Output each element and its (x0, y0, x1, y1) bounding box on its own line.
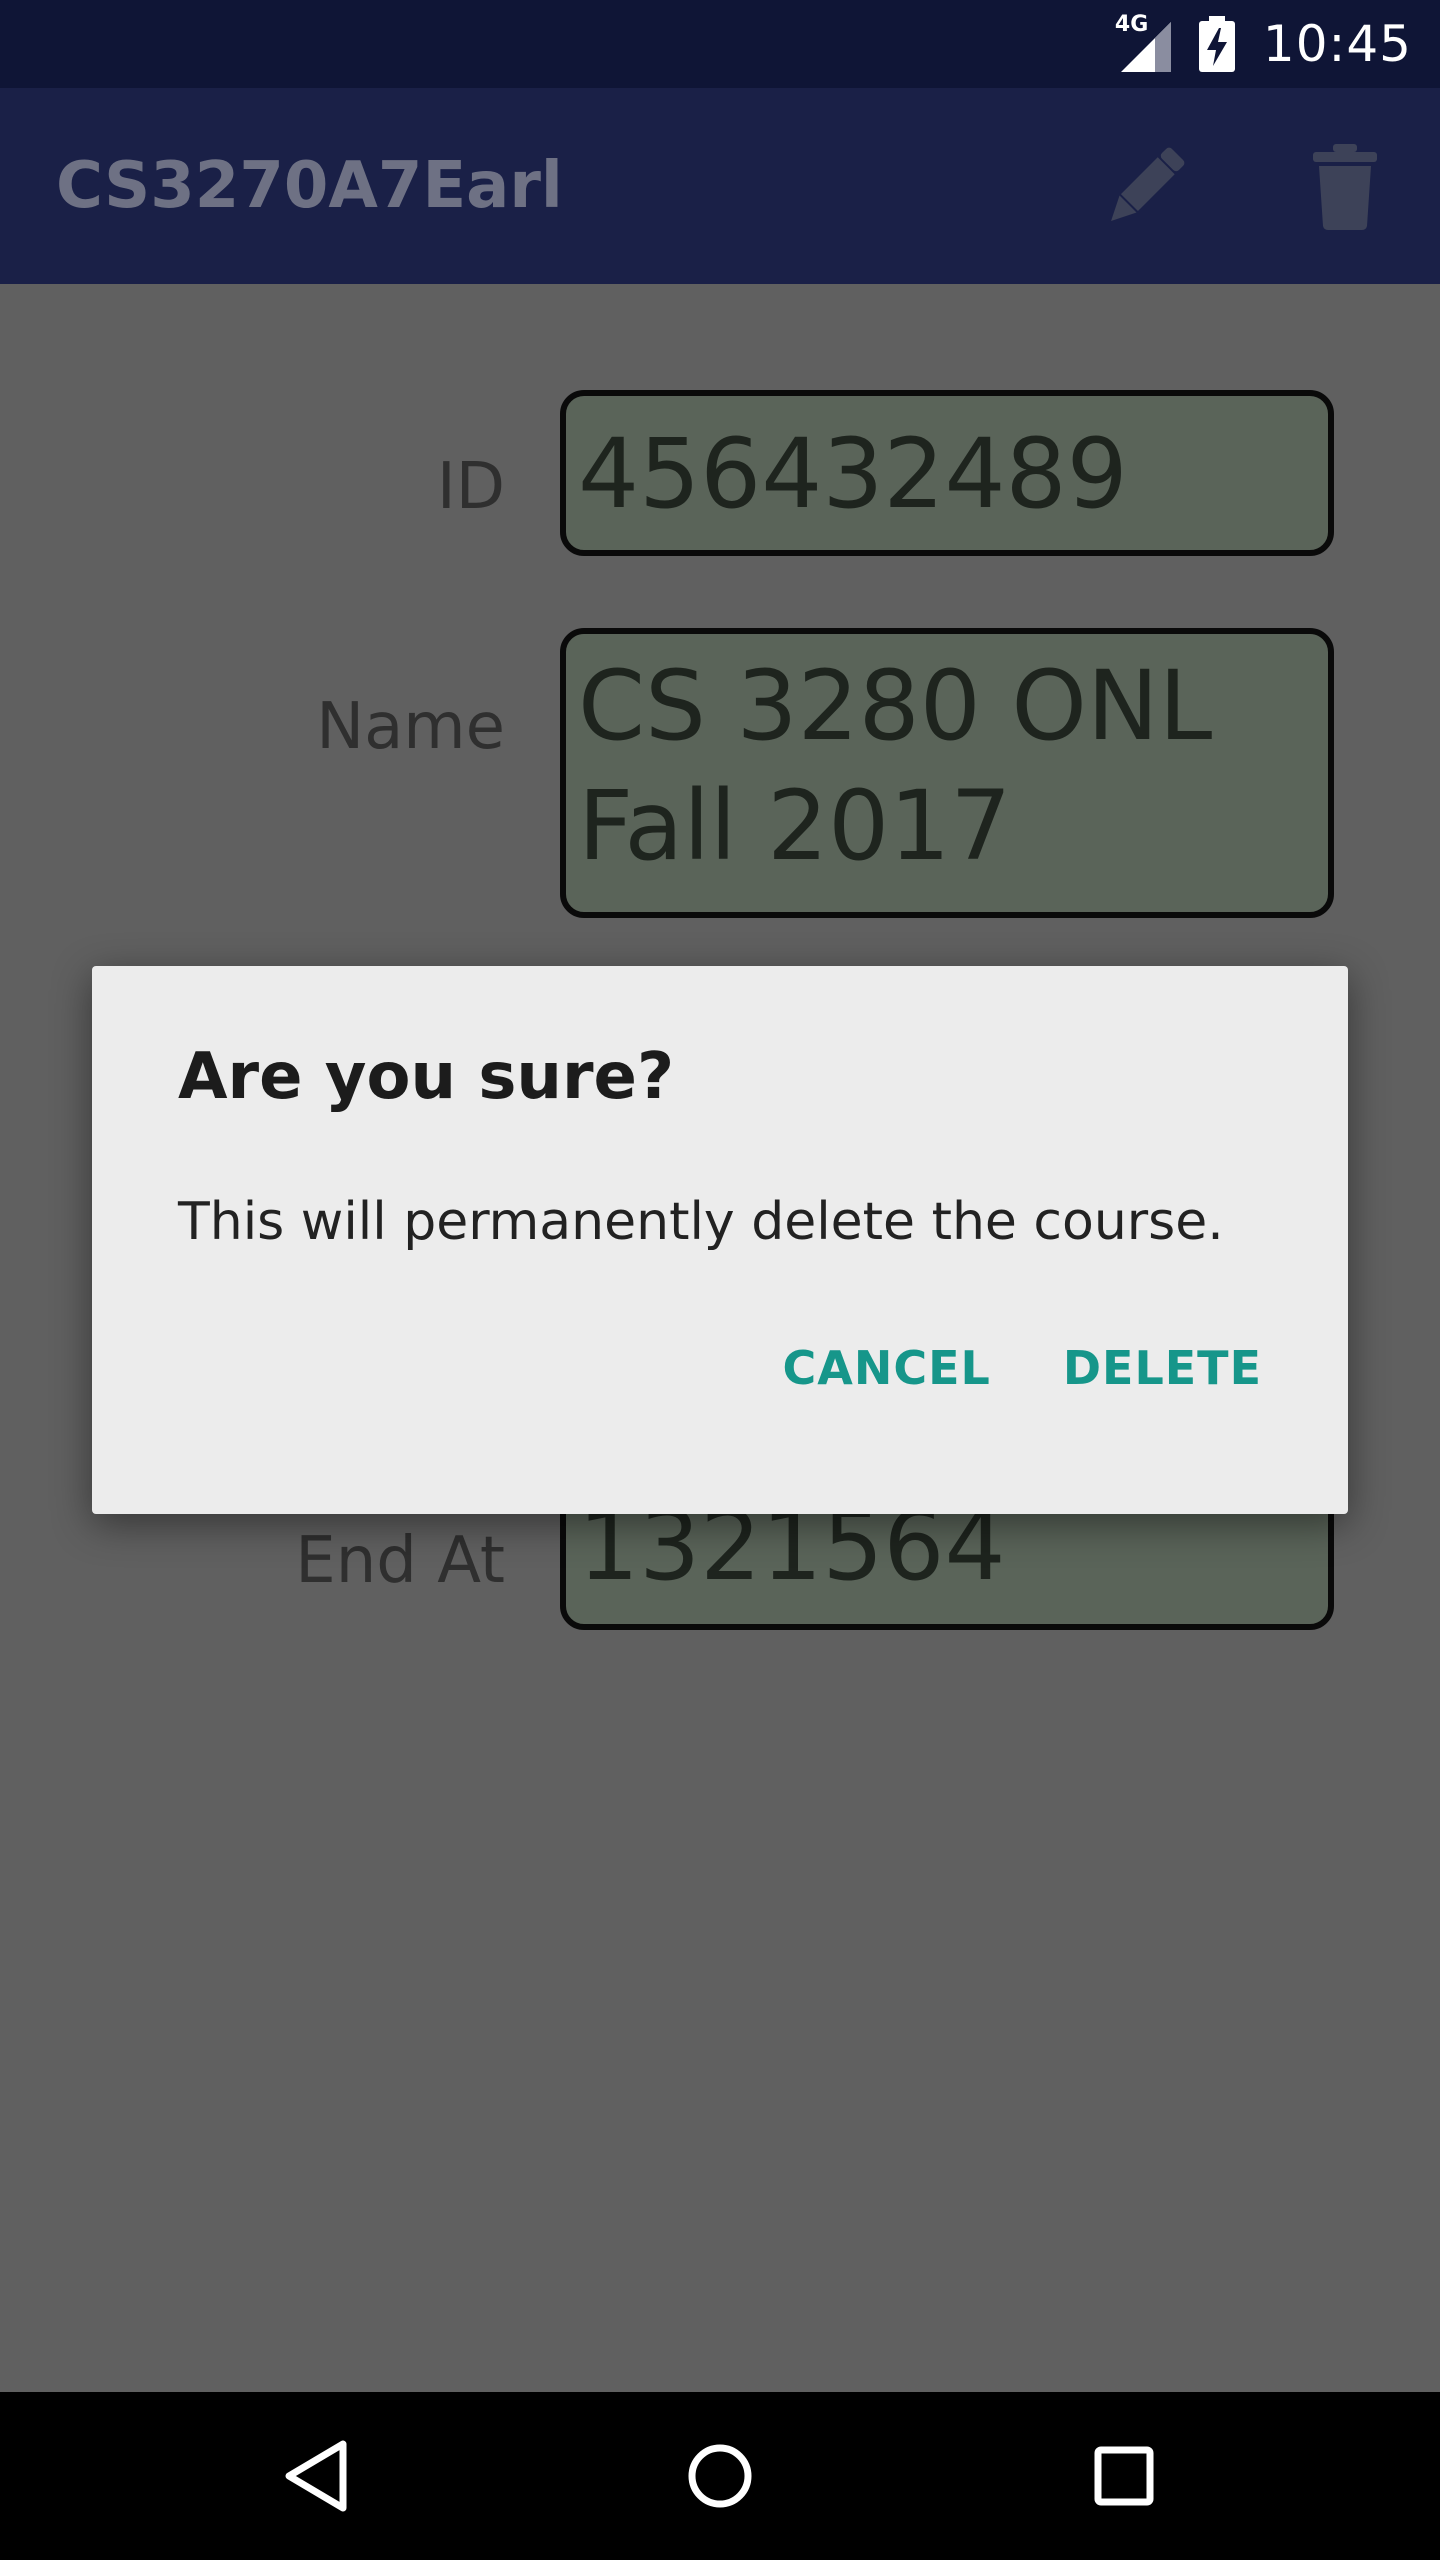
recents-button[interactable] (1074, 2426, 1174, 2526)
cancel-button[interactable]: CANCEL (766, 1321, 1006, 1415)
id-field[interactable]: 456432489 (560, 390, 1334, 556)
navigation-bar (0, 2392, 1440, 2560)
dialog-actions: CANCEL DELETE (766, 1306, 1278, 1430)
back-button[interactable] (266, 2426, 366, 2526)
signal-icon: 4G (1115, 12, 1171, 72)
home-button[interactable] (670, 2426, 770, 2526)
back-icon (285, 2440, 347, 2512)
battery-charging-icon (1197, 16, 1237, 72)
home-icon (688, 2444, 752, 2508)
delete-button[interactable] (1290, 132, 1400, 242)
app-bar: CS3270A7Earl (0, 88, 1440, 284)
edit-button[interactable] (1090, 132, 1200, 242)
pencil-icon (1111, 147, 1185, 221)
dialog-message: This will permanently delete the course. (178, 1192, 1224, 1252)
recents-icon (1094, 2446, 1154, 2506)
confirm-delete-dialog: Are you sure? This will permanently dele… (92, 966, 1348, 1514)
app-title: CS3270A7Earl (56, 149, 563, 223)
status-icons: 4G 10:45 (1115, 0, 1412, 88)
id-label: ID (436, 450, 505, 524)
dialog-title: Are you sure? (178, 1040, 675, 1114)
confirm-delete-button[interactable]: DELETE (1047, 1321, 1278, 1415)
clock: 10:45 (1262, 15, 1412, 73)
name-label: Name (316, 690, 505, 764)
name-field[interactable]: CS 3280 ONL Fall 2017 (560, 628, 1334, 918)
network-type: 4G (1114, 12, 1149, 37)
status-bar: 4G 10:45 (0, 0, 1440, 88)
end-at-label: End At (295, 1524, 505, 1598)
trash-icon (1313, 144, 1377, 230)
